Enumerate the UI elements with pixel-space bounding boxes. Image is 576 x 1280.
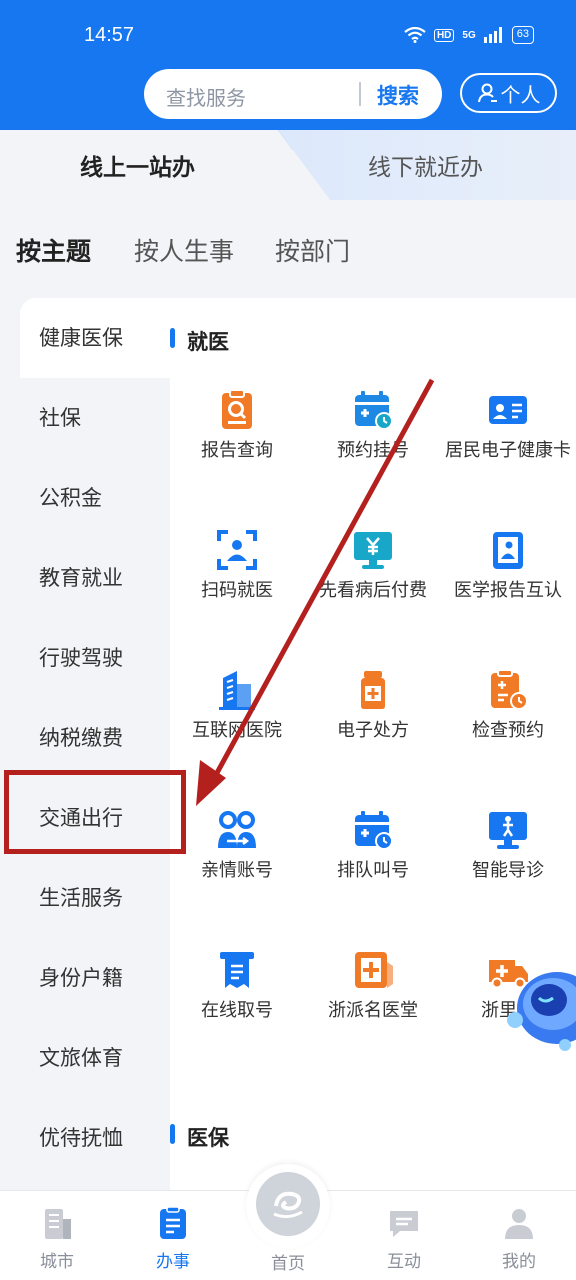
scan-doctor-icon <box>217 530 257 570</box>
monitor-yuan-icon <box>354 532 392 569</box>
section-title-insurance: 医保 <box>187 1126 229 1150</box>
user-icon <box>505 1209 533 1239</box>
section-bar <box>170 1124 175 1144</box>
family-account-icon <box>218 811 256 848</box>
service-report-mutual[interactable]: 医学报告互认 <box>440 528 576 658</box>
service-pay-later[interactable]: 先看病后付费 <box>305 528 441 658</box>
hospital-building-icon <box>219 671 255 710</box>
tab-offline[interactable]: 线下就近办 <box>368 148 483 182</box>
service-famous-doctors[interactable]: 浙派名医堂 <box>305 948 441 1078</box>
service-mode-tabs: 线上一站办 线下就近办 <box>0 130 576 200</box>
service-label: 在线取号 <box>201 1000 273 1021</box>
search-input[interactable]: 查找服务 <box>166 82 246 111</box>
nav-city[interactable]: 城市 <box>17 1205 97 1272</box>
nav-label: 城市 <box>40 1252 74 1272</box>
battery-indicator: 63 <box>511 26 534 44</box>
service-label: 检查预约 <box>472 720 544 741</box>
nav-label: 我的 <box>502 1252 536 1272</box>
personal-button[interactable]: 个人 <box>460 73 557 113</box>
report-search-icon <box>222 389 252 429</box>
service-label: 亲情账号 <box>201 860 273 881</box>
home-logo-icon[interactable] <box>256 1172 320 1236</box>
service-appointment[interactable]: 预约挂号 <box>305 388 441 518</box>
nav-me[interactable]: 我的 <box>479 1205 559 1272</box>
service-report-query[interactable]: 报告查询 <box>169 388 305 518</box>
section-bar <box>170 328 175 348</box>
service-label: 居民电子健康卡 <box>445 440 571 461</box>
wifi-icon <box>404 27 426 43</box>
sidebar-item-driving[interactable]: 行驶驾驶 <box>0 618 170 698</box>
sidebar-item-tax[interactable]: 纳税缴费 <box>0 698 170 778</box>
sidebar-item-housing-fund[interactable]: 公积金 <box>0 458 170 538</box>
service-health-card[interactable]: 居民电子健康卡 <box>440 388 576 518</box>
city-icon <box>45 1209 71 1239</box>
status-time: 14:57 <box>84 24 135 46</box>
service-label: 先看病后付费 <box>319 580 427 601</box>
sidebar-item-identity[interactable]: 身份户籍 <box>0 938 170 1018</box>
sidebar-item-culture-sports[interactable]: 文旅体育 <box>0 1018 170 1098</box>
status-icons: HD 5G 63 <box>404 26 534 44</box>
nav-label: 首页 <box>271 1254 305 1274</box>
sidebar-item-social-security[interactable]: 社保 <box>0 378 170 458</box>
search-divider <box>359 82 361 106</box>
service-scan-doctor[interactable]: 扫码就医 <box>169 528 305 658</box>
service-queue[interactable]: 排队叫号 <box>305 808 441 938</box>
cross-box-icon <box>355 952 393 988</box>
service-exam-appointment[interactable]: 检查预约 <box>440 668 576 798</box>
sidebar-item-health[interactable]: 健康医保 <box>20 298 170 378</box>
personal-label: 个人 <box>500 82 541 107</box>
tab-by-department[interactable]: 按部门 <box>275 232 350 268</box>
sidebar-item-preferential[interactable]: 优待抚恤 <box>0 1098 170 1178</box>
clipboard-clock-icon <box>491 669 528 710</box>
search-button[interactable]: 搜索 <box>377 80 419 110</box>
service-label: 智能导诊 <box>472 860 544 881</box>
service-label: 扫码就医 <box>201 580 273 601</box>
service-label: 互联网医院 <box>192 720 282 741</box>
medicine-bottle-icon <box>361 671 385 709</box>
section-title-medical: 就医 <box>187 330 229 354</box>
service-online-ticket[interactable]: 在线取号 <box>169 948 305 1078</box>
service-label: 报告查询 <box>201 440 273 461</box>
tab-online[interactable]: 线上一站办 <box>80 148 195 182</box>
service-label: 预约挂号 <box>337 440 409 461</box>
network-label: 5G <box>462 29 476 41</box>
signal-icon <box>483 27 502 43</box>
annotation-highlight-box <box>4 770 186 854</box>
tab-by-theme[interactable]: 按主题 <box>16 232 92 268</box>
sidebar-item-education[interactable]: 教育就业 <box>0 538 170 618</box>
tab-by-life-event[interactable]: 按人生事 <box>134 232 234 268</box>
health-card-icon <box>489 396 527 424</box>
ticket-icon <box>220 952 254 988</box>
person-icon <box>477 83 497 103</box>
service-e-prescription[interactable]: 电子处方 <box>305 668 441 798</box>
hd-badge: HD <box>433 28 455 42</box>
queue-calendar-icon <box>355 811 393 850</box>
service-family-account[interactable]: 亲情账号 <box>169 808 305 938</box>
assistant-robot-icon[interactable] <box>505 960 576 1060</box>
search-box[interactable]: 查找服务 搜索 <box>144 69 442 119</box>
medical-report-icon <box>493 532 523 569</box>
service-smart-guide[interactable]: 智能导诊 <box>440 808 576 938</box>
category-tabs: 按主题 按人生事 按部门 <box>0 232 576 272</box>
home-swirl-icon <box>273 1191 303 1219</box>
nav-service[interactable]: 办事 <box>133 1205 213 1272</box>
chat-icon <box>390 1211 418 1237</box>
nav-home[interactable]: 首页 <box>248 1249 328 1274</box>
calendar-appointment-icon <box>355 391 393 430</box>
nav-label: 办事 <box>156 1252 190 1272</box>
service-icon <box>160 1206 186 1239</box>
service-internet-hospital[interactable]: 互联网医院 <box>169 668 305 798</box>
service-label: 医学报告互认 <box>454 580 562 601</box>
nav-label: 互动 <box>387 1252 421 1272</box>
service-label: 电子处方 <box>337 720 409 741</box>
service-label: 排队叫号 <box>337 860 409 881</box>
smart-guide-icon <box>489 812 527 849</box>
nav-interact[interactable]: 互动 <box>364 1205 444 1272</box>
status-bar: 14:57 HD 5G 63 <box>0 0 576 60</box>
service-label: 浙派名医堂 <box>328 1000 418 1021</box>
sidebar-item-life-services[interactable]: 生活服务 <box>0 858 170 938</box>
